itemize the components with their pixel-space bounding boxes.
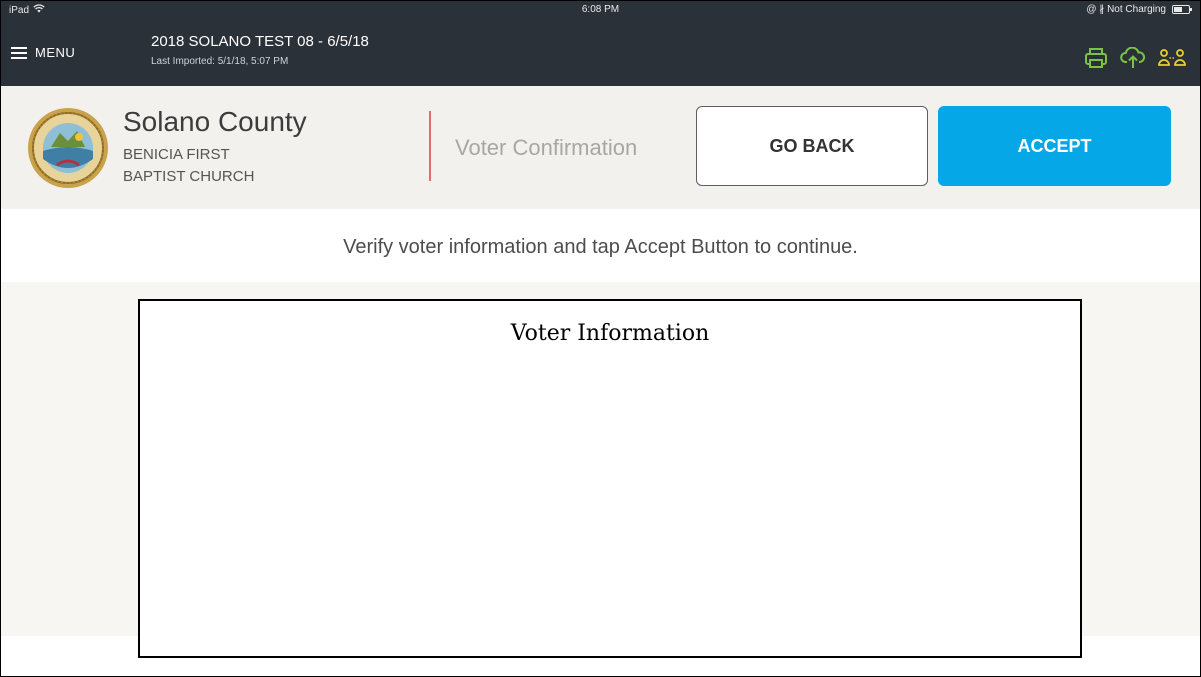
hamburger-icon: [11, 46, 27, 59]
toolbar-icons: [1084, 47, 1186, 69]
menu-label: MENU: [35, 45, 76, 60]
location-name-line1: BENICIA FIRST: [123, 146, 230, 163]
instruction-text: Verify voter information and tap Accept …: [343, 236, 858, 258]
county-name: Solano County: [123, 106, 307, 137]
header-divider: [429, 111, 431, 181]
last-imported: Last Imported: 5/1/18, 5:07 PM: [151, 56, 289, 67]
printer-icon[interactable]: [1084, 48, 1108, 68]
screen-title: Voter Confirmation: [455, 135, 638, 160]
device-label: iPad: [9, 4, 30, 16]
county-seal-logo: [27, 107, 109, 189]
app-frame: iPad 6:08 PM @ ∦ Not Charging MENU 2018 …: [0, 0, 1201, 677]
election-title: 2018 SOLANO TEST 08 - 6/5/18: [151, 33, 369, 50]
status-indicators: @ ∦ Not Charging: [1086, 4, 1166, 15]
cloud-upload-icon[interactable]: [1120, 47, 1146, 69]
location-name-line2: BAPTIST CHURCH: [123, 168, 255, 185]
status-time: 6:08 PM: [581, 4, 620, 15]
voter-information-panel: Voter Information: [138, 299, 1082, 658]
header: Solano County BENICIA FIRST BAPTIST CHUR…: [1, 86, 1200, 209]
users-sync-icon[interactable]: [1158, 48, 1186, 68]
accept-button[interactable]: ACCEPT: [938, 106, 1171, 186]
wifi-icon: [33, 4, 45, 16]
voter-information-title: Voter Information: [510, 321, 710, 346]
status-bar-right: @ ∦ Not Charging: [1086, 4, 1192, 15]
instruction-band: Verify voter information and tap Accept …: [1, 209, 1200, 282]
go-back-button[interactable]: GO BACK: [696, 106, 928, 186]
battery-icon: [1172, 5, 1192, 14]
menu-button[interactable]: MENU: [11, 45, 75, 60]
status-bar-left: iPad: [9, 4, 45, 16]
top-bar: iPad 6:08 PM @ ∦ Not Charging MENU 2018 …: [1, 1, 1200, 86]
